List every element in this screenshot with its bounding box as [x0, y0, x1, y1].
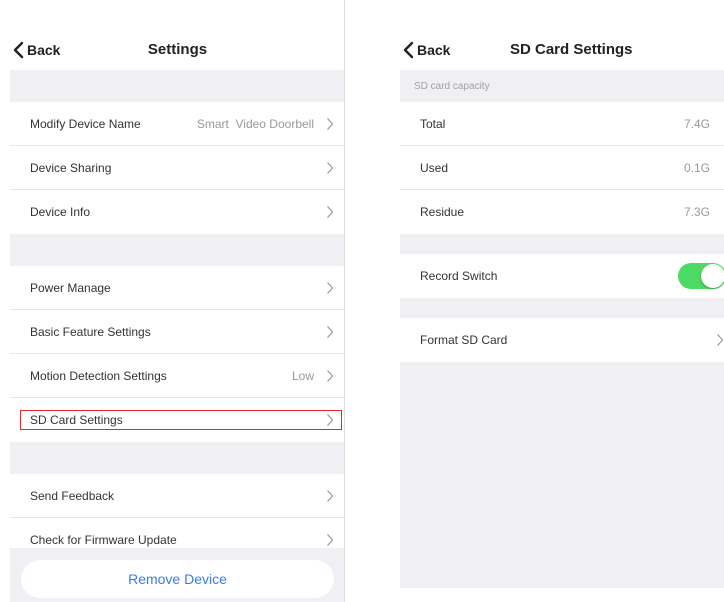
chevron-right-icon	[327, 206, 334, 218]
remove-device-area: Remove Device	[10, 548, 344, 602]
device-info-row[interactable]: Device Info	[10, 190, 344, 234]
basic-feature-settings-row[interactable]: Basic Feature Settings	[10, 310, 344, 354]
section-gap	[10, 442, 344, 474]
nav-bar: Back SD Card Settings	[400, 28, 724, 70]
row-label: Device Sharing	[30, 160, 112, 175]
row-label: Format SD Card	[420, 333, 508, 347]
section-gap	[10, 234, 344, 266]
chevron-right-icon	[327, 490, 334, 502]
chevron-right-icon	[327, 414, 334, 426]
row-label: Residue	[420, 205, 465, 219]
power-manage-row[interactable]: Power Manage	[10, 266, 344, 310]
row-label: Power Manage	[30, 280, 111, 295]
residue-capacity-value: 7.3G	[683, 205, 710, 219]
toggle-knob	[701, 264, 724, 288]
back-button[interactable]: Back	[402, 40, 450, 60]
chevron-right-icon	[327, 118, 334, 130]
status-bar	[10, 0, 344, 28]
modify-device-name-row[interactable]: Modify Device Name Smart Video Doorbell	[10, 102, 344, 146]
device-name-value: Smart Video Doorbell	[196, 116, 314, 131]
capacity-section-header: SD card capacity	[400, 70, 724, 102]
chevron-right-icon	[327, 534, 334, 546]
chevron-right-icon	[327, 162, 334, 174]
row-label: Send Feedback	[30, 488, 115, 503]
row-label: Basic Feature Settings	[30, 324, 151, 339]
row-label: Record Switch	[420, 269, 498, 283]
record-switch-toggle[interactable]	[678, 263, 724, 289]
page-title: Settings	[147, 41, 208, 58]
chevron-right-icon	[327, 370, 334, 382]
section-gap	[400, 234, 724, 254]
section-gap	[10, 70, 344, 102]
row-label: SD Card Settings	[30, 413, 123, 427]
row-label: Modify Device Name	[30, 116, 141, 131]
empty-area	[400, 362, 724, 588]
format-sd-card-row[interactable]: Format SD Card	[400, 318, 724, 362]
motion-sensitivity-value: Low	[291, 368, 314, 383]
send-feedback-row[interactable]: Send Feedback	[10, 474, 344, 518]
used-capacity-row: Used 0.1G	[400, 146, 724, 190]
section-gap	[400, 298, 724, 318]
nav-bar: Back Settings	[10, 28, 344, 70]
row-label: Device Info	[30, 205, 91, 219]
total-capacity-row: Total 7.4G	[400, 102, 724, 146]
record-switch-row: Record Switch	[400, 254, 724, 298]
chevron-right-icon	[327, 282, 334, 294]
total-capacity-value: 7.4G	[683, 116, 710, 131]
sd-card-settings-screen: Back SD Card Settings SD card capacity T…	[400, 0, 724, 602]
remove-device-button[interactable]: Remove Device	[21, 560, 334, 598]
row-label: Motion Detection Settings	[30, 368, 167, 383]
chevron-right-icon	[717, 334, 724, 346]
row-label: Total	[420, 116, 446, 131]
used-capacity-value: 0.1G	[683, 160, 710, 175]
back-label: Back	[417, 42, 451, 58]
sd-card-settings-row[interactable]: SD Card Settings	[10, 398, 344, 442]
row-label: Check for Firmware Update	[30, 533, 177, 547]
chevron-left-icon	[403, 41, 414, 59]
settings-screen: Back Settings Modify Device Name Smart V…	[10, 0, 345, 602]
motion-detection-settings-row[interactable]: Motion Detection Settings Low	[10, 354, 344, 398]
status-bar	[400, 0, 724, 28]
page-title: SD Card Settings	[510, 41, 633, 58]
row-label: Used	[420, 160, 449, 175]
chevron-right-icon	[327, 326, 334, 338]
residue-capacity-row: Residue 7.3G	[400, 190, 724, 234]
device-sharing-row[interactable]: Device Sharing	[10, 146, 344, 190]
